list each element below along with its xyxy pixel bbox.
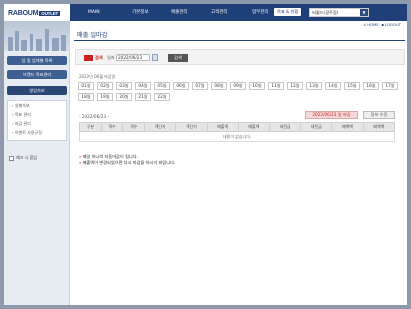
app-window: RABOUM OUTLET MAIN 기본정보 매출관리 고객관리 업무관리 목표…: [4, 4, 407, 305]
goal-status-button[interactable]: 목표 & 현황: [274, 8, 302, 16]
arrow-icon: »: [79, 160, 82, 165]
table-column-header: 구분: [79, 122, 102, 132]
checkbox-label: 체크 시 합입: [16, 155, 37, 160]
month-closing-label: 2022년 06월 마감일: [79, 74, 116, 79]
day-button[interactable]: 16일: [363, 82, 379, 90]
note-item: »매출액이 변경되었으면 다시 마감을 하시기 바랍니다.: [79, 160, 175, 166]
table-column-header: 매액액: [331, 122, 364, 132]
table-header-row: 구분 객수 객수 객단가 객단가 매출액 매출액 대전금 대전금 매액액 매액액: [79, 122, 396, 132]
day-button[interactable]: 15일: [344, 82, 360, 90]
logo-main: RABOUM: [8, 10, 39, 17]
day-button[interactable]: 19일: [97, 93, 113, 101]
sidebar: 업 및 업체별 목록 브랜드 목표관리 영업속보 › 일별속보 › 목표 관리 …: [4, 21, 70, 305]
building-shape: [52, 38, 59, 51]
building-shape: [36, 39, 42, 51]
submenu-goal-management[interactable]: › 목표 관리: [8, 110, 66, 119]
table-column-header: 객수: [100, 122, 124, 132]
submenu-label: 목표 관리: [14, 112, 31, 117]
day-button[interactable]: 05일: [154, 82, 170, 90]
submenu-label: 이벤트 사용규정: [14, 130, 42, 135]
table-column-header: 대전금: [268, 122, 302, 132]
page-title: 매출 일마감: [77, 32, 108, 39]
day-button[interactable]: 08일: [211, 82, 227, 90]
store-select[interactable]: 씨월드(광주점) ▼: [309, 8, 369, 17]
search-panel: 검색 일자 2022/06/23 검색: [75, 49, 405, 65]
day-button[interactable]: 22일: [154, 93, 170, 101]
day-button[interactable]: 06일: [173, 82, 189, 90]
nav-main[interactable]: MAIN: [88, 4, 100, 21]
date-label: 일자: [107, 55, 115, 60]
submenu-event-rules[interactable]: › 이벤트 사용규정: [8, 128, 66, 137]
day-button[interactable]: 02일: [97, 82, 113, 90]
table-column-header: 대전금: [300, 122, 333, 132]
day-button[interactable]: 07일: [192, 82, 208, 90]
edit-info-button[interactable]: 정보 수정: [363, 111, 395, 119]
submenu-label: 마감 관리: [14, 121, 31, 126]
submenu-daily-report[interactable]: › 일별속보: [8, 101, 66, 110]
calendar-icon[interactable]: [152, 54, 158, 61]
building-shape: [30, 34, 33, 51]
note-text: 매출액이 변경되었으면 다시 마감을 하시기 바랍니다.: [82, 160, 176, 165]
sidebar-item-company-list[interactable]: 업 및 업체별 목록: [7, 56, 67, 65]
close-day-button[interactable]: 2022/06/23 일 마감: [305, 111, 358, 119]
day-button[interactable]: 18일: [78, 93, 94, 101]
building-shape: [45, 29, 49, 51]
checkbox-box[interactable]: [9, 155, 14, 161]
empty-message: 내용이 없습니다.: [79, 131, 395, 142]
chevron-down-icon: ▼: [360, 9, 368, 16]
day-button[interactable]: 12일: [287, 82, 303, 90]
app-logo[interactable]: RABOUM OUTLET: [6, 9, 63, 18]
day-button[interactable]: 17일: [382, 82, 398, 90]
building-shape: [8, 37, 13, 51]
day-button[interactable]: 21일: [135, 93, 151, 101]
search-button[interactable]: 검색: [168, 54, 188, 62]
search-tag-label: 검색: [95, 55, 103, 60]
sidebar-item-sales-report[interactable]: 영업속보: [7, 86, 67, 95]
day-button[interactable]: 14일: [325, 82, 341, 90]
sidebar-banner-image: [4, 21, 70, 51]
table-column-header: 객단가: [144, 122, 177, 132]
sidebar-item-brand-goals[interactable]: 브랜드 목표관리: [7, 70, 67, 79]
title-divider: [74, 40, 405, 41]
building-shape: [15, 31, 19, 51]
day-button[interactable]: 20일: [116, 93, 132, 101]
submenu-closing-management[interactable]: › 마감 관리: [8, 119, 66, 128]
day-button[interactable]: 01일: [78, 82, 94, 90]
building-shape: [21, 40, 27, 51]
nav-sales[interactable]: 매출관리: [171, 4, 201, 21]
sales-table: 구분 객수 객수 객단가 객단가 매출액 매출액 대전금 대전금 매액액 매액액 내용이 없습니다.: [79, 122, 396, 142]
nav-basic-info[interactable]: 기본정보: [132, 4, 162, 21]
sidebar-submenu: › 일별속보 › 목표 관리 › 마감 관리 › 이벤트 사용규정: [7, 100, 67, 141]
main-content: 매출 일마감 검색 일자 2022/06/23 검색 2022년 06월 마감일…: [74, 27, 405, 297]
logo-sub: OUTLET: [39, 11, 61, 16]
day-button[interactable]: 11일: [268, 82, 284, 90]
date-input[interactable]: 2022/06/23: [116, 54, 150, 61]
table-column-header: 매액액: [362, 122, 396, 132]
building-shape: [61, 35, 66, 51]
store-select-value: 씨월드(광주점): [312, 10, 339, 15]
day-button[interactable]: 10일: [249, 82, 265, 90]
top-navigation-bar: RABOUM OUTLET MAIN 기본정보 매출관리 고객관리 업무관리 목표…: [4, 4, 407, 21]
arrow-icon: »: [79, 154, 82, 159]
day-button[interactable]: 03일: [116, 82, 132, 90]
table-column-header: 매출액: [237, 122, 270, 132]
search-tag-icon: [84, 55, 93, 61]
sidebar-checkbox[interactable]: 체크 시 합입: [9, 155, 37, 161]
table-row: 내용이 없습니다.: [79, 131, 395, 142]
period-label: - 2022/06/23 -: [79, 114, 109, 119]
day-button[interactable]: 13일: [306, 82, 322, 90]
table-column-header: 객단가: [175, 122, 208, 132]
nav-customers[interactable]: 고객관리: [211, 4, 241, 21]
day-button[interactable]: 09일: [230, 82, 246, 90]
note-text: 매일 하나씩 자동마감이 됩니다.: [82, 154, 138, 159]
notes: »매일 하나씩 자동마감이 됩니다. »매출액이 변경되었으면 다시 마감을 하…: [79, 154, 175, 166]
submenu-label: 일별속보: [14, 103, 30, 108]
day-button[interactable]: 04일: [135, 82, 151, 90]
logo-area: RABOUM OUTLET: [4, 4, 70, 21]
table-column-header: 객수: [122, 122, 146, 132]
window-frame: RABOUM OUTLET MAIN 기본정보 매출관리 고객관리 업무관리 목표…: [0, 0, 411, 309]
table-column-header: 매출액: [206, 122, 239, 132]
